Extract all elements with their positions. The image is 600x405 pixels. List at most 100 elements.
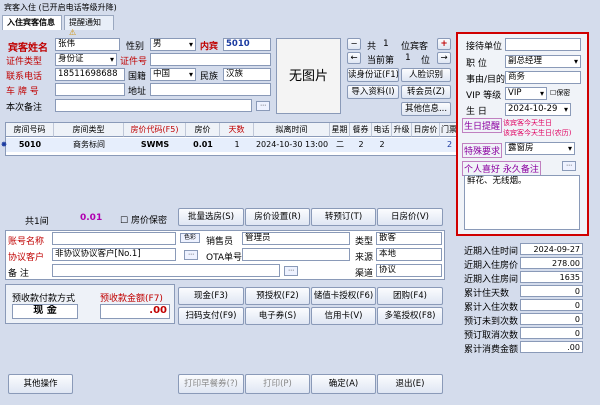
ethnic-input[interactable]: 汉族	[223, 68, 271, 81]
ethnic-label: 民族	[200, 72, 219, 82]
tab-guest-info[interactable]: 入住宾客信息	[2, 15, 62, 30]
credit-card-button[interactable]: 信用卡(V)	[311, 307, 376, 325]
sex-select[interactable]: 男	[150, 38, 196, 51]
to-reservation-button[interactable]: 转预订(T)	[311, 208, 376, 226]
sales-input[interactable]: 管理员	[242, 232, 350, 245]
pay-method-input[interactable]: 现 金	[12, 304, 78, 319]
scan-pay-button[interactable]: 扫码支付(F9)	[178, 307, 244, 325]
cell-rate-code[interactable]: SWMS	[124, 138, 186, 152]
birthday-input[interactable]: 2024-10-29	[505, 103, 571, 116]
multi-auth-button[interactable]: 多笔授权(F8)	[377, 307, 443, 325]
cell-day-rate[interactable]	[412, 138, 440, 152]
col-room-type: 房间类型	[54, 123, 124, 137]
cell-upgrade[interactable]	[392, 138, 412, 152]
address-input[interactable]	[150, 83, 271, 96]
vip-level-label: VIP 等级	[466, 91, 502, 101]
remark-input[interactable]	[55, 99, 252, 112]
idtype-select[interactable]: 身份证	[55, 53, 117, 66]
color-button[interactable]: 色彩	[180, 233, 200, 243]
read-id-button[interactable]: 读身份证(F1)	[347, 68, 399, 82]
remove-guest-button[interactable]: −	[347, 38, 361, 50]
cell-room-no[interactable]: 5010	[6, 138, 54, 152]
hobby-edit-icon[interactable]: ⋯	[562, 161, 576, 171]
reception-unit-input[interactable]	[505, 38, 581, 51]
to-member-button[interactable]: 转会员(Z)	[401, 85, 451, 99]
stat-value: 0	[520, 313, 583, 325]
stat-label: 累计住天数	[464, 289, 510, 299]
import-button[interactable]: 导入资料(I)	[347, 85, 399, 99]
hobby-textarea[interactable]: 鲜花、无线烟。	[464, 175, 580, 230]
guest-photo[interactable]: 无图片	[276, 38, 341, 114]
note-edit-icon[interactable]: ⋯	[284, 266, 298, 276]
cell-room-type[interactable]: 商务标间	[54, 138, 124, 152]
price-secret-checkbox[interactable]: ☐ 房价保密	[120, 213, 167, 226]
col-room-no: 房间号码	[6, 123, 54, 137]
remark-edit-icon[interactable]: ⋯	[256, 101, 270, 111]
nation-label: 国籍	[128, 72, 147, 82]
note-input[interactable]	[52, 264, 280, 277]
sex-label: 性别	[126, 42, 145, 52]
cell-days[interactable]: 1	[220, 138, 254, 152]
group-buy-button[interactable]: 团购(F4)	[377, 287, 443, 305]
protocol-lookup-icon[interactable]: ⋯	[184, 250, 198, 260]
preauth-button[interactable]: 预授权(F2)	[245, 287, 310, 305]
purpose-label: 事由/目的	[466, 75, 506, 85]
stat-label: 预订未到次数	[464, 317, 519, 327]
vip-level-select[interactable]: VIP	[505, 87, 547, 100]
name-input[interactable]: 张伟	[55, 38, 120, 51]
current-label: 当前第	[367, 56, 395, 66]
idno-label: 证件号	[120, 57, 148, 67]
confirm-button[interactable]: 确定(A)	[311, 374, 376, 394]
current-unit: 位	[421, 56, 431, 66]
next-guest-button[interactable]: →	[437, 52, 451, 64]
add-guest-button[interactable]: +	[437, 38, 451, 50]
col-weekday: 星期	[330, 123, 350, 137]
other-ops-button[interactable]: 其他操作	[8, 374, 73, 394]
ecoupon-button[interactable]: 电子券(S)	[245, 307, 310, 325]
pay-method-label: 预收款付款方式	[12, 294, 76, 304]
print-button[interactable]: 打印(P)	[245, 374, 310, 394]
price-setting-button[interactable]: 房价设置(R)	[245, 208, 310, 226]
account-input[interactable]	[52, 232, 176, 245]
birthday-remind-label: 生日提醒	[462, 118, 503, 133]
type-input[interactable]: 散客	[376, 232, 442, 245]
protocol-input[interactable]: 非协议协议客户[No.1]	[52, 248, 176, 261]
col-meal: 餐券	[350, 123, 372, 137]
pay-amount-label: 预收款金额(F7)	[100, 294, 163, 304]
other-info-button[interactable]: 其他信息...	[401, 102, 451, 116]
cell-meal[interactable]: 2	[350, 138, 372, 152]
special-request-select[interactable]: 露窗房	[505, 142, 575, 155]
secret-checkbox[interactable]: ☐保密	[550, 88, 570, 98]
position-select[interactable]: 副总经理	[505, 55, 581, 68]
exit-button[interactable]: 退出(E)	[377, 374, 443, 394]
channel-label: 渠道	[355, 269, 374, 279]
prev-guest-button[interactable]: ←	[347, 52, 361, 64]
hobby-label: 个人喜好 永久备注	[462, 161, 541, 176]
day-price-button[interactable]: 日房价(V)	[377, 208, 443, 226]
address-label: 地址	[128, 87, 147, 97]
purpose-input[interactable]: 商务	[505, 71, 581, 84]
cash-button[interactable]: 现金(F3)	[178, 287, 244, 305]
batch-select-button[interactable]: 批量选房(S)	[178, 208, 244, 226]
cell-rate[interactable]: 0.01	[186, 138, 220, 152]
total-unit: 位宾客	[401, 42, 429, 52]
pay-amount-input[interactable]: .00	[100, 304, 170, 319]
source-input[interactable]: 本地	[376, 248, 442, 261]
ota-input[interactable]	[242, 248, 350, 261]
tab-reminder[interactable]: 提醒通知 ⚠	[64, 15, 114, 37]
protocol-label: 协议客户	[8, 253, 45, 263]
face-recognition-button[interactable]: 人脸识别	[401, 68, 451, 82]
nation-select[interactable]: 中国	[150, 68, 196, 81]
col-departure: 拟离时间	[254, 123, 330, 137]
position-label: 职 位	[466, 59, 487, 69]
cell-departure[interactable]: 2024-10-30 13:00	[254, 138, 330, 152]
cell-phone[interactable]: 2	[372, 138, 392, 152]
plate-input[interactable]	[55, 83, 125, 96]
total-price-value: 0.01	[80, 213, 103, 223]
ota-label: OTA单号	[206, 253, 243, 263]
idno-input[interactable]	[150, 53, 271, 66]
print-meal-button[interactable]: 打印早餐券(?)	[178, 374, 244, 394]
card-preauth-button[interactable]: 储值卡授权(F6)	[311, 287, 376, 305]
phone-input[interactable]: 18511698688	[55, 68, 125, 81]
channel-input[interactable]: 协议	[376, 264, 442, 277]
